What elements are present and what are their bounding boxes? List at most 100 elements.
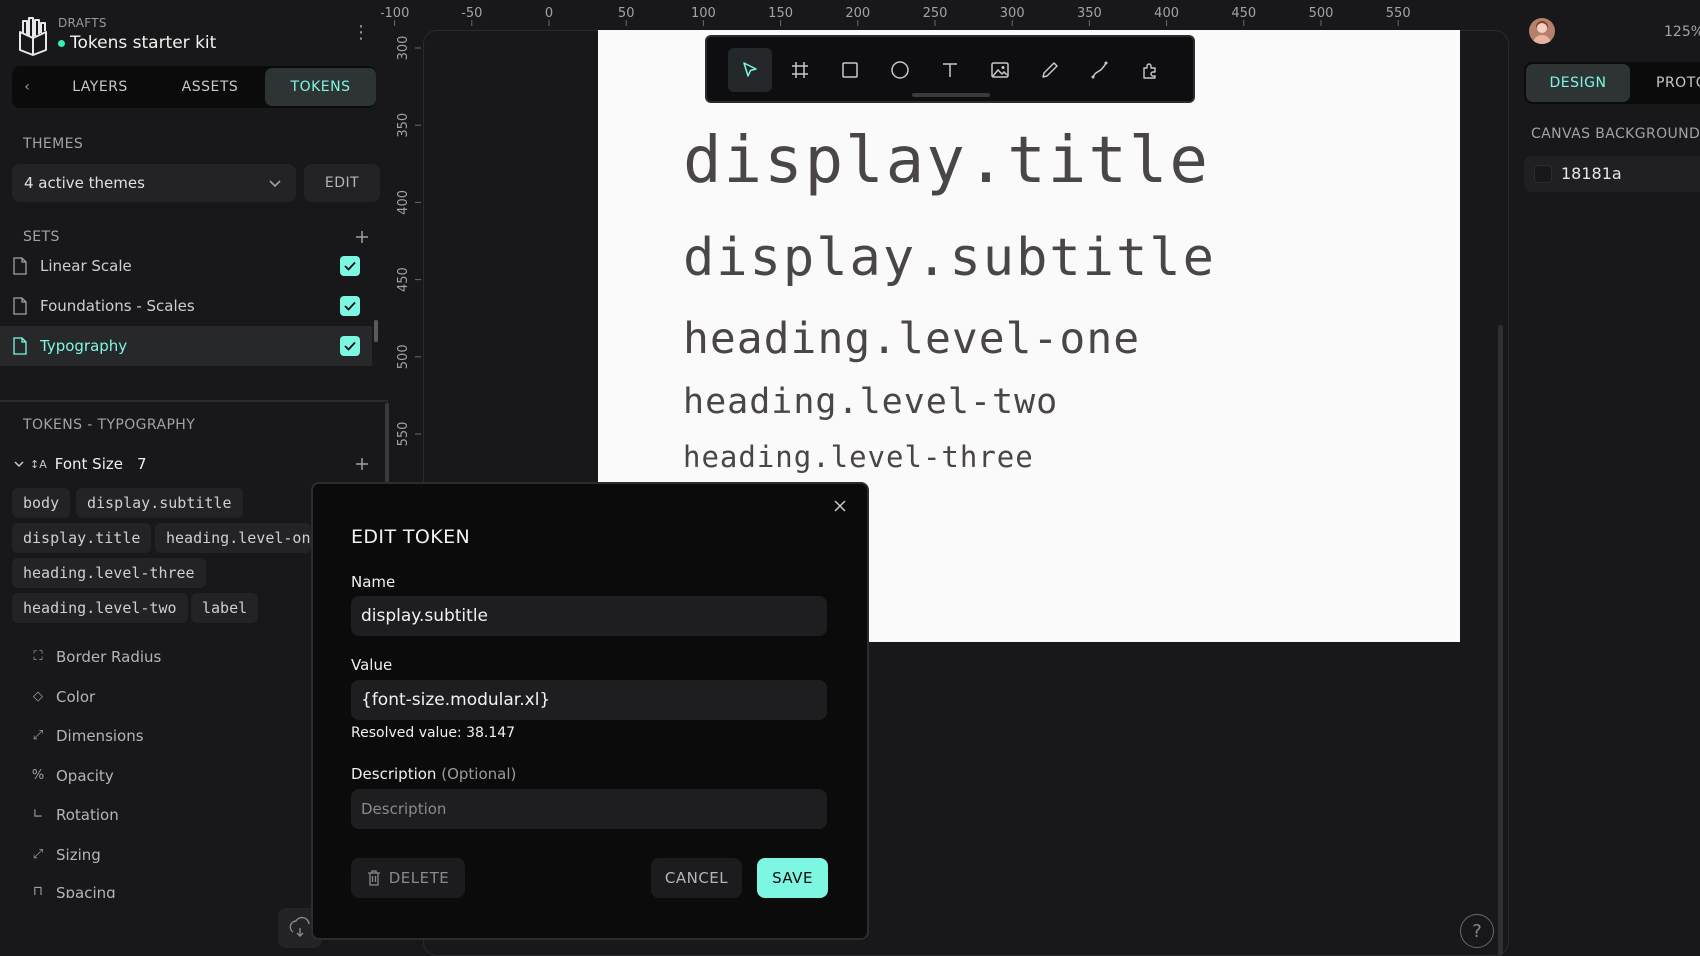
- token-category-label: Dimensions: [56, 727, 144, 745]
- set-checkbox[interactable]: [340, 296, 360, 316]
- themes-select[interactable]: 4 active themes: [12, 164, 296, 202]
- canvas-text-heading-level-one[interactable]: heading.level-one: [683, 314, 1140, 364]
- canvas-background-swatch[interactable]: [1534, 165, 1552, 183]
- image-tool-button[interactable]: [978, 48, 1022, 92]
- rectangle-tool-button[interactable]: [828, 48, 872, 92]
- add-token-plus-icon[interactable]: [355, 457, 369, 471]
- name-input[interactable]: [351, 596, 827, 636]
- ruler-label: 500: [1309, 6, 1334, 21]
- board-tool-button[interactable]: [778, 48, 822, 92]
- set-checkbox[interactable]: [340, 256, 360, 276]
- description-optional-text: (Optional): [441, 765, 517, 783]
- set-checkbox[interactable]: [340, 336, 360, 356]
- set-item-label: Linear Scale: [40, 257, 132, 275]
- token-category-border-radius[interactable]: ⛶ Border Radius: [30, 646, 161, 668]
- pencil-tool-button[interactable]: [1028, 48, 1072, 92]
- token-pill-display-title[interactable]: display.title: [12, 523, 152, 553]
- token-category-dimensions[interactable]: ⤢ Dimensions: [30, 725, 144, 747]
- token-pill-label[interactable]: label: [191, 593, 259, 623]
- trash-icon: [367, 870, 381, 886]
- canvas-background-heading: CANVAS BACKGROUND: [1531, 126, 1700, 142]
- ellipse-tool-button[interactable]: [878, 48, 922, 92]
- image-icon: [991, 62, 1009, 78]
- description-label-text: Description: [351, 765, 437, 783]
- token-pill-heading-level-three[interactable]: heading.level-three: [12, 558, 206, 588]
- ellipse-icon: [891, 61, 909, 79]
- set-item-label: Typography: [40, 337, 128, 355]
- ruler-label: 100: [691, 6, 716, 21]
- description-input[interactable]: [351, 789, 827, 829]
- delete-token-button[interactable]: DELETE: [351, 858, 465, 898]
- token-category-label: Opacity: [56, 767, 114, 785]
- path-tool-button[interactable]: [1078, 48, 1122, 92]
- percent-icon: %: [31, 768, 45, 783]
- tab-prototype[interactable]: PROTO: [1656, 64, 1700, 102]
- value-input[interactable]: [351, 680, 827, 720]
- edit-themes-button[interactable]: EDIT: [304, 164, 380, 202]
- token-category-spacing[interactable]: ⊓ Spacing: [30, 884, 116, 898]
- board-icon: [792, 62, 808, 78]
- chevron-left-icon[interactable]: ‹: [12, 66, 42, 108]
- token-group-count: 7: [136, 455, 147, 473]
- horizontal-ruler: -100 -50 0 50 100 150 200 250 300 350 400 450 500 550: [381, 6, 1411, 26]
- token-category-opacity[interactable]: % Opacity: [30, 765, 114, 787]
- token-pill-heading-level-one[interactable]: heading.level-one: [155, 523, 311, 553]
- canvas-background-value[interactable]: 18181a: [1561, 164, 1622, 183]
- document-icon: [12, 337, 28, 355]
- help-button[interactable]: ?: [1460, 914, 1494, 948]
- close-icon[interactable]: [832, 498, 848, 514]
- add-set-plus-icon[interactable]: [355, 230, 369, 244]
- rotation-icon: ∟: [32, 807, 44, 822]
- token-category-color[interactable]: ◇ Color: [30, 686, 95, 708]
- canvas-text-heading-level-two[interactable]: heading.level-two: [683, 382, 1058, 422]
- zoom-level[interactable]: 125%: [1664, 24, 1700, 40]
- tab-layers[interactable]: LAYERS: [52, 66, 148, 108]
- ruler-label: 0: [545, 6, 553, 21]
- delete-label: DELETE: [388, 869, 450, 887]
- set-item-foundations-scales[interactable]: Foundations - Scales: [0, 286, 372, 326]
- kebab-menu-icon[interactable]: ⋮: [352, 24, 370, 44]
- plugins-icon: [1143, 63, 1156, 79]
- toolbar-drag-handle[interactable]: [912, 93, 990, 97]
- chevron-down-icon: [268, 176, 282, 190]
- ruler-label: 400: [1154, 6, 1179, 21]
- tab-tokens[interactable]: TOKENS: [265, 68, 376, 106]
- penpot-logo-icon[interactable]: [16, 16, 50, 56]
- sizing-icon: ⤢: [32, 847, 44, 862]
- font-size-icon: ↕A: [30, 457, 47, 471]
- token-pill-body[interactable]: body: [12, 488, 71, 518]
- ruler-label: 350: [396, 113, 411, 138]
- value-label: Value: [351, 656, 393, 674]
- set-item-label: Foundations - Scales: [40, 297, 195, 315]
- token-pill-display-subtitle[interactable]: display.subtitle: [76, 488, 243, 518]
- pointer-icon: [743, 62, 757, 77]
- token-group-font-size[interactable]: ↕A Font Size 7: [14, 455, 147, 473]
- set-item-linear-scale[interactable]: Linear Scale: [0, 246, 372, 286]
- text-tool-button[interactable]: [928, 48, 972, 92]
- canvas-text-display-title[interactable]: display.title: [683, 124, 1210, 198]
- canvas-scrollbar[interactable]: [1498, 325, 1503, 956]
- plugins-tool-button[interactable]: [1128, 48, 1172, 92]
- token-group-label: Font Size: [54, 455, 123, 473]
- set-item-typography[interactable]: Typography: [0, 326, 372, 366]
- canvas-text-heading-level-three[interactable]: heading.level-three: [683, 440, 1034, 474]
- chevron-down-icon: [14, 459, 26, 469]
- tab-assets[interactable]: ASSETS: [160, 66, 260, 108]
- token-category-sizing[interactable]: ⤢ Sizing: [30, 844, 101, 866]
- sets-scrollbar[interactable]: [374, 320, 378, 342]
- save-button[interactable]: SAVE: [757, 858, 828, 898]
- tokens-heading: TOKENS - TYPOGRAPHY: [23, 417, 196, 433]
- path-icon: [1091, 61, 1108, 79]
- pointer-tool-button[interactable]: [728, 48, 772, 92]
- tab-design[interactable]: DESIGN: [1526, 64, 1630, 102]
- panel-divider[interactable]: [0, 400, 388, 402]
- project-name[interactable]: Tokens starter kit: [70, 33, 216, 53]
- token-category-label: Border Radius: [56, 648, 162, 666]
- ruler-label: 550: [396, 422, 411, 447]
- ruler-label: 350: [1077, 6, 1102, 21]
- token-category-rotation[interactable]: ∟ Rotation: [30, 804, 119, 826]
- token-pill-heading-level-two[interactable]: heading.level-two: [12, 593, 188, 623]
- cancel-button[interactable]: CANCEL: [651, 858, 742, 898]
- user-avatar[interactable]: [1529, 18, 1555, 44]
- canvas-text-display-subtitle[interactable]: display.subtitle: [683, 228, 1216, 288]
